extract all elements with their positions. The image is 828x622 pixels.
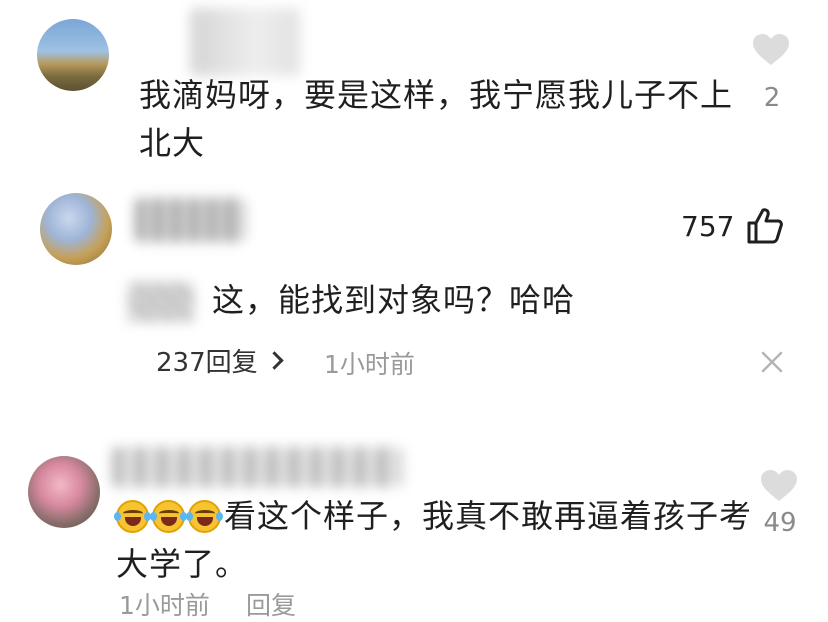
comment-text: 我滴妈呀，要是这样，我宁愿我儿子不上北大 xyxy=(139,76,734,162)
avatar[interactable] xyxy=(37,19,109,91)
timestamp: 1小时前 xyxy=(324,350,415,379)
username-blurred[interactable] xyxy=(112,447,402,487)
heart-icon[interactable] xyxy=(752,33,790,67)
chevron-right-icon xyxy=(264,351,284,370)
laughing-tears-emoji-icon xyxy=(186,500,223,533)
laughing-tears-emoji-icon xyxy=(114,500,151,533)
close-icon[interactable] xyxy=(760,350,784,374)
timestamp: 1小时前 xyxy=(119,591,210,620)
username-blurred[interactable] xyxy=(190,8,300,76)
like-count: 2 xyxy=(763,83,781,113)
thumbs-up-icon[interactable] xyxy=(746,207,784,245)
reply-button[interactable]: 回复 xyxy=(246,586,296,622)
like-count: 49 xyxy=(763,508,797,538)
heart-icon[interactable] xyxy=(760,469,798,503)
username-blurred[interactable] xyxy=(135,198,245,242)
view-replies-link[interactable]: 237回复 xyxy=(156,342,284,379)
comment-text: 这，能找到对象吗？哈哈 xyxy=(212,281,576,319)
upvote-count: 757 xyxy=(681,210,735,243)
avatar[interactable] xyxy=(40,193,112,265)
reply-to-username-blurred[interactable] xyxy=(128,282,194,322)
replies-label: 237回复 xyxy=(156,348,258,378)
avatar[interactable] xyxy=(28,456,100,528)
laughing-tears-emoji-icon xyxy=(150,500,187,533)
comment-text-block: 看这个样子，我真不敢再逼着孩子考大学了。 xyxy=(114,492,756,588)
